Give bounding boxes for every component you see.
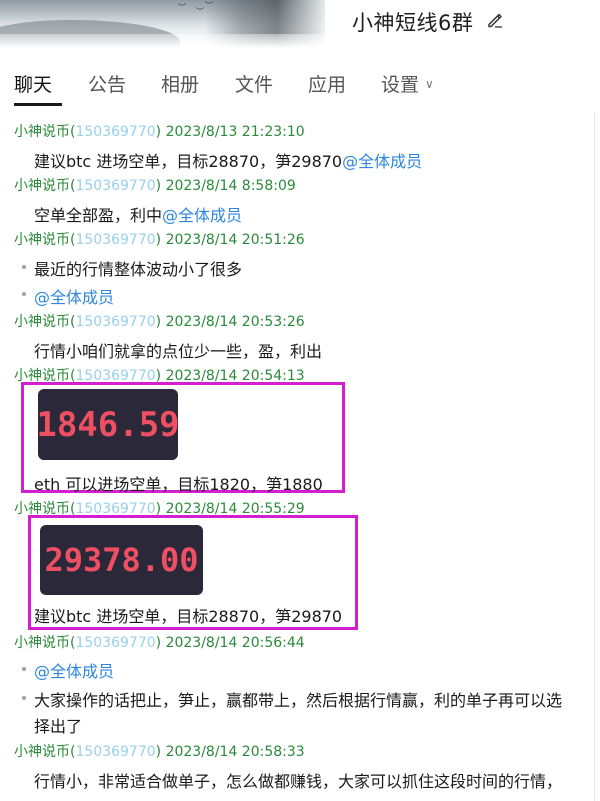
- bird-icon: ︶: [196, 7, 204, 16]
- sender-name[interactable]: 小神说币(: [14, 232, 75, 248]
- message-meta: 小神说币(150369770) 2023/8/14 8:58:09: [14, 178, 296, 194]
- message-time: 2023/8/14 20:51:26: [165, 232, 305, 248]
- message-meta: 小神说币(150369770) 2023/8/14 20:51:26: [14, 232, 305, 248]
- message-time: 2023/8/14 20:58:33: [165, 744, 305, 760]
- bird-icon: ︶: [178, 3, 186, 12]
- mention-all[interactable]: @全体成员: [34, 288, 114, 307]
- message-text: 建议btc 进场空单，目标28870，笋29870@全体成员: [34, 152, 423, 171]
- message-text: 最近的行情整体波动小了很多: [34, 260, 243, 279]
- sender-name[interactable]: 小神说币(: [14, 124, 75, 140]
- group-title: 小神短线6群: [352, 11, 474, 35]
- group-banner-image: ︶ ︶ ︶: [0, 0, 325, 48]
- message-text: 行情小，非常适合做单子，怎么做都赚钱，大家可以抓住这段时间的行情，: [34, 772, 563, 791]
- mention-all[interactable]: @全体成员: [342, 152, 422, 171]
- message-text: 空单全部盈，利中@全体成员: [34, 206, 243, 225]
- price-image[interactable]: 1846.59: [36, 389, 180, 460]
- message-text: @全体成员: [34, 658, 114, 682]
- sender-qq: 150369770: [75, 178, 156, 194]
- message-time: 2023/8/14 8:58:09: [165, 178, 296, 194]
- sender-qq: 150369770: [75, 124, 156, 140]
- scrollbar-track[interactable]: [594, 112, 595, 801]
- bullet-dot: [22, 696, 26, 700]
- sender-qq: 150369770: [75, 744, 156, 760]
- tab-album[interactable]: 相册: [161, 70, 199, 97]
- bullet-dot: [22, 667, 26, 671]
- tab-settings-label: 设置: [381, 74, 420, 96]
- sender-name[interactable]: 小神说币(: [14, 178, 75, 194]
- bullet-dot: [22, 292, 26, 296]
- mention-all[interactable]: @全体成员: [34, 662, 114, 681]
- message-text: 行情小咱们就拿的点位少一些，盈，利出: [34, 342, 323, 361]
- bird-icon: ︶: [205, 1, 213, 10]
- message-text: 择出了: [34, 717, 83, 736]
- message-time: 2023/8/14 20:56:44: [165, 635, 305, 651]
- bullet-dot: [22, 265, 26, 269]
- message-meta: 小神说币(150369770) 2023/8/14 20:58:33: [14, 744, 305, 760]
- tab-announcement[interactable]: 公告: [88, 70, 126, 97]
- chevron-down-icon: ∨: [425, 77, 434, 91]
- active-tab-indicator: [14, 103, 62, 106]
- tab-apps[interactable]: 应用: [308, 70, 346, 97]
- price-image[interactable]: 29378.00: [40, 525, 203, 595]
- message-meta: 小神说币(150369770) 2023/8/14 20:56:44: [14, 635, 305, 651]
- tab-settings[interactable]: 设置 ∨: [381, 70, 434, 97]
- message-meta: 小神说币(150369770) 2023/8/14 20:53:26: [14, 314, 305, 330]
- message-caption: eth 可以进场空单，目标1820，笋1880: [34, 475, 323, 494]
- message-time: 2023/8/14 20:53:26: [165, 314, 305, 330]
- group-header: ︶ ︶ ︶ 小神短线6群: [0, 0, 600, 48]
- sender-name[interactable]: 小神说币(: [14, 314, 75, 330]
- sender-name[interactable]: 小神说币(: [14, 744, 75, 760]
- pencil-icon[interactable]: [486, 11, 504, 29]
- sender-qq: 150369770: [75, 232, 156, 248]
- message-caption: 建议btc 进场空单，目标28870，笋29870: [34, 607, 343, 626]
- sender-qq: 150369770: [75, 635, 156, 651]
- tab-chat[interactable]: 聊天: [14, 70, 52, 97]
- message-text: @全体成员: [34, 284, 114, 308]
- sender-name[interactable]: 小神说币(: [14, 635, 75, 651]
- tab-files[interactable]: 文件: [235, 70, 273, 97]
- sender-qq: 150369770: [75, 314, 156, 330]
- mention-all[interactable]: @全体成员: [162, 206, 242, 225]
- message-text: 大家操作的话把止，笋止，赢都带上，然后根据行情赢，利的单子再可以选: [34, 691, 563, 710]
- message-meta: 小神说币(150369770) 2023/8/13 21:23:10: [14, 124, 305, 140]
- tab-bar: 聊天 公告 相册 文件 应用 设置 ∨: [0, 60, 600, 108]
- message-time: 2023/8/13 21:23:10: [165, 124, 305, 140]
